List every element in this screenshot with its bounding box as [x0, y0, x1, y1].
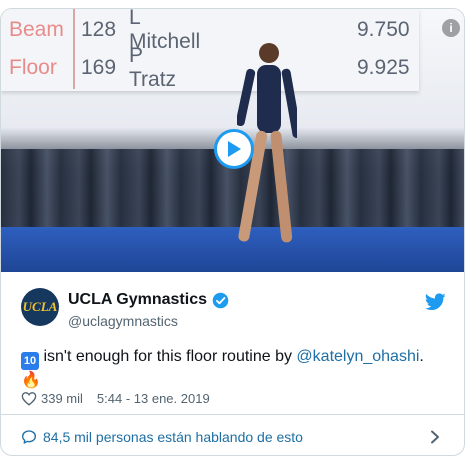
info-icon[interactable]: i: [442, 19, 460, 37]
scoreboard-event: Floor: [9, 56, 57, 79]
tweet-card: Beam 128 L Mitchell 9.750 Floor 169 P Tr…: [0, 8, 465, 456]
tweet-text: 10 isn't enough for this floor routine b…: [21, 346, 451, 392]
comment-icon: [22, 430, 36, 444]
display-name-text: UCLA Gymnastics: [68, 291, 207, 308]
twitter-bird-icon[interactable]: [425, 293, 446, 311]
divider: [1, 414, 464, 415]
scoreboard-divider: [73, 9, 75, 89]
scoreboard-event: Beam: [9, 18, 64, 41]
like-count[interactable]: 339 mil: [41, 391, 83, 406]
user-handle[interactable]: @uclagymnastics: [68, 313, 178, 329]
chevron-right-icon[interactable]: [429, 430, 441, 444]
avatar-logo-text: UCLA: [22, 299, 58, 314]
play-icon: [228, 141, 241, 157]
scoreboard-score: 9.925: [357, 56, 410, 79]
gym-floor: [1, 227, 464, 272]
video-thumbnail[interactable]: Beam 128 L Mitchell 9.750 Floor 169 P Tr…: [1, 9, 464, 272]
tweet-text-part: .: [419, 348, 424, 365]
fire-emoji: 🔥: [21, 372, 41, 389]
keycap-ten-emoji: 10: [21, 352, 39, 370]
tweet-meta: 339 mil 5:44 - 13 ene. 2019: [21, 391, 210, 406]
play-button[interactable]: [214, 129, 254, 169]
verified-badge-icon: [212, 292, 229, 308]
conversation-link[interactable]: 84,5 mil personas están hablando de esto: [21, 429, 303, 445]
scoreboard-number: 169: [81, 56, 117, 79]
tweet-text-part: isn't enough for this floor routine by: [39, 348, 297, 365]
scoreboard: Beam 128 L Mitchell 9.750 Floor 169 P Tr…: [1, 9, 419, 91]
timestamp[interactable]: 5:44 - 13 ene. 2019: [97, 391, 210, 406]
mention-link[interactable]: @katelyn_ohashi: [296, 348, 419, 365]
display-name[interactable]: UCLA Gymnastics: [68, 291, 229, 309]
scoreboard-number: 128: [81, 18, 117, 41]
scoreboard-score: 9.750: [357, 18, 410, 41]
scoreboard-name: P Tratz: [129, 44, 177, 91]
conversation-label: 84,5 mil personas están hablando de esto: [43, 429, 303, 445]
heart-icon[interactable]: [21, 391, 37, 406]
avatar[interactable]: UCLA: [21, 288, 59, 326]
